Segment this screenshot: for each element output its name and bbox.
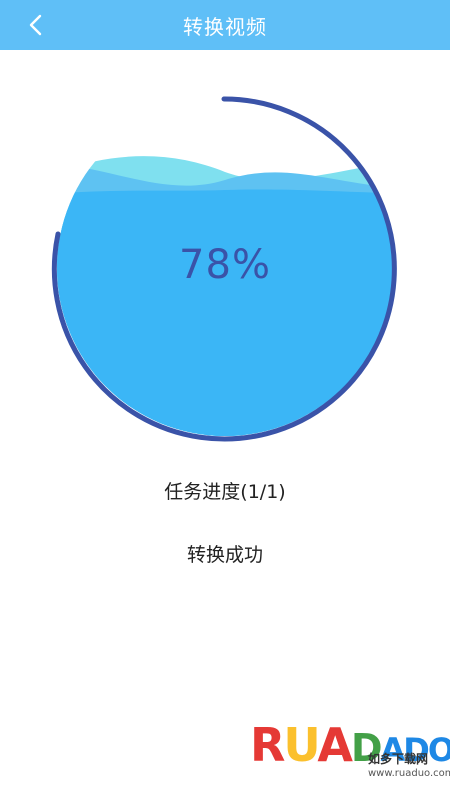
water-body [57, 189, 393, 436]
status-label: 转换成功 [186, 544, 263, 566]
progress-percent: 78% [179, 242, 271, 288]
task-progress-label: 任务进度(1/1) [164, 481, 286, 503]
watermark-logo: RUADADO 如多下载网 www.ruaduo.com [250, 720, 450, 795]
watermark-url: www.ruaduo.com [368, 768, 450, 779]
progress-gauge [51, 96, 397, 442]
app-screen: 转换视频 78% 任务进度(1/1) 转换成功 RUADADO 如多下载网 ww… [0, 0, 450, 800]
watermark-site-name: 如多下载网 [368, 752, 429, 766]
water-fill [57, 156, 393, 436]
